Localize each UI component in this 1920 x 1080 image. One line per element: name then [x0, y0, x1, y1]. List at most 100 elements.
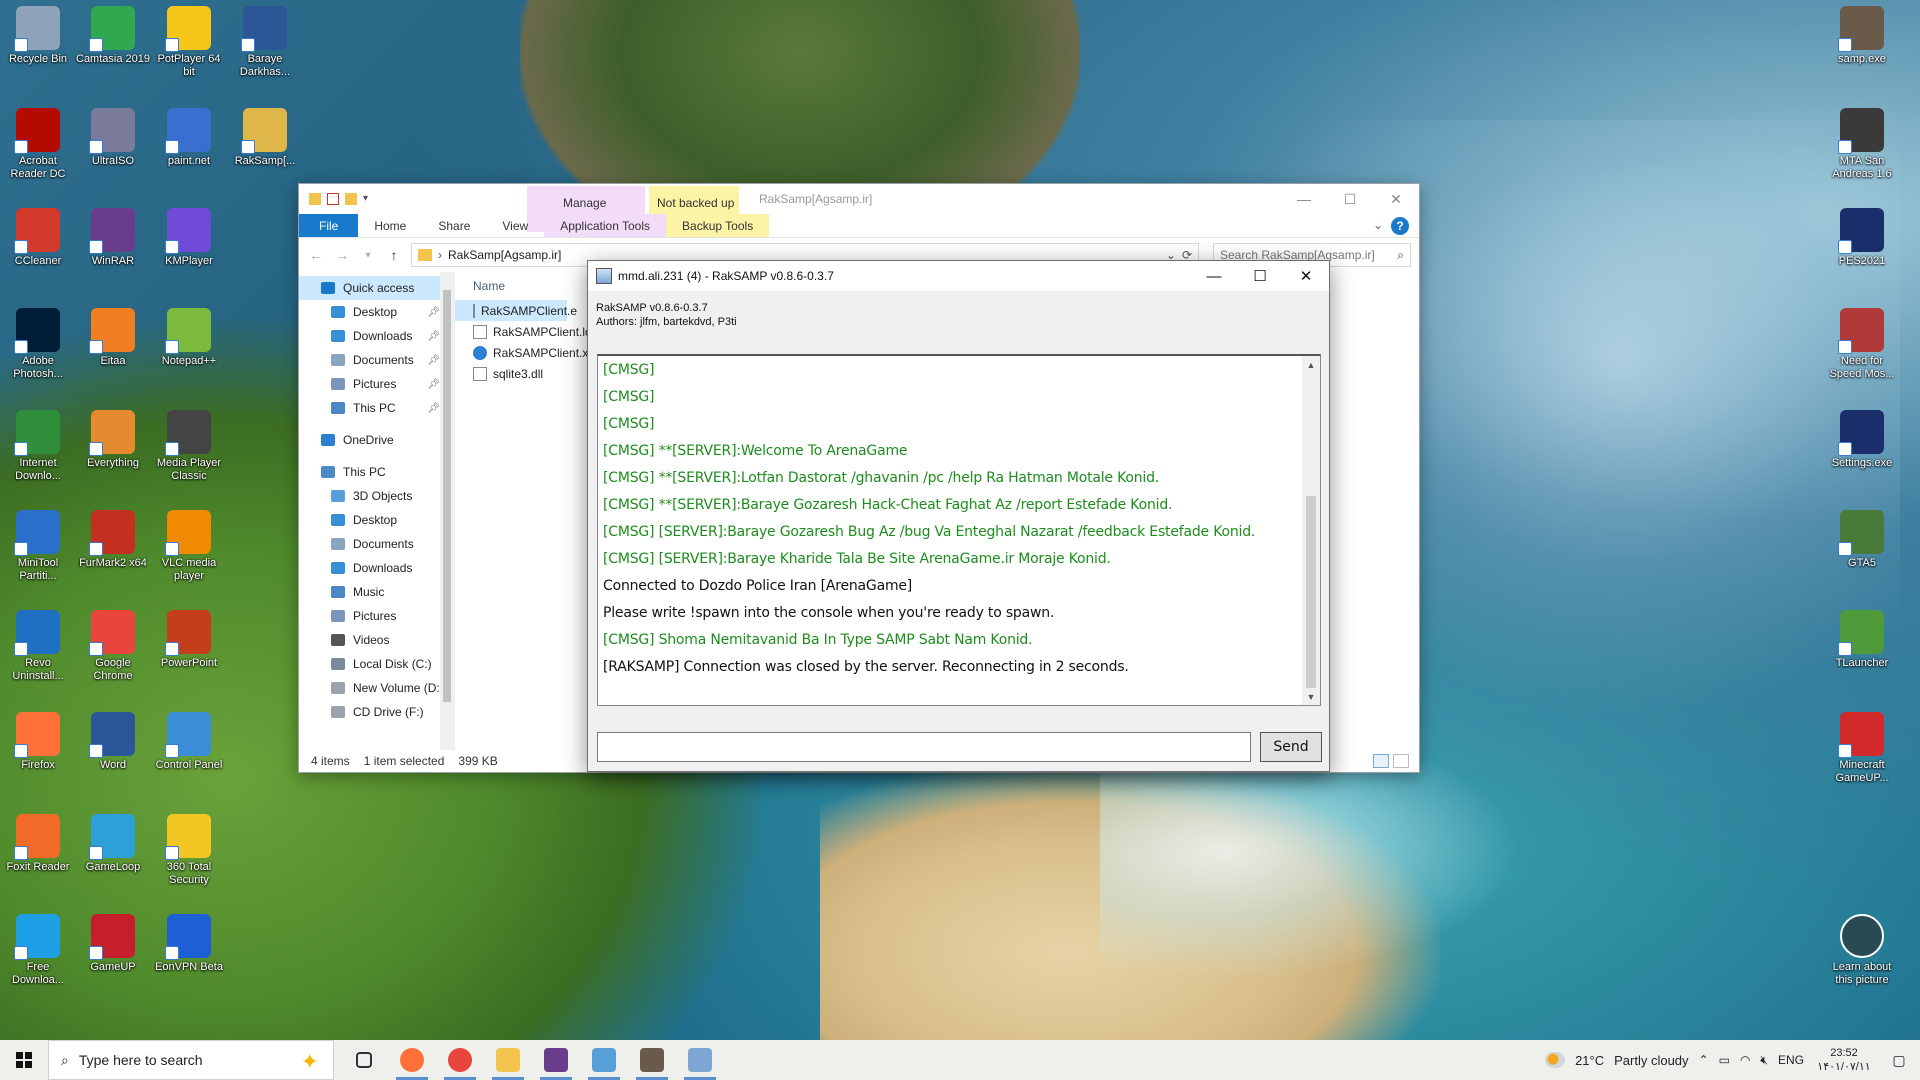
console-scrollbar[interactable]: ▲ ▼: [1302, 356, 1320, 705]
taskbar-app-task-view[interactable]: [340, 1040, 388, 1080]
desktop-icon-minitool-partiti[interactable]: MiniTool Partiti...: [0, 506, 76, 583]
back-arrow-icon[interactable]: ←: [307, 247, 325, 263]
desktop-icon-acrobat-reader-dc[interactable]: Acrobat Reader DC: [0, 104, 76, 181]
ribbon-expand-icon[interactable]: ⌄: [1373, 218, 1383, 232]
desktop-icon-foxit-reader[interactable]: Foxit Reader: [0, 810, 76, 874]
raksamp-titlebar[interactable]: mmd.ali.231 (4) - RakSAMP v0.8.6-0.3.7 —…: [588, 261, 1329, 291]
nav-item-quick-access[interactable]: Quick access: [299, 276, 454, 300]
desktop-icon-google-chrome[interactable]: Google Chrome: [75, 606, 151, 683]
taskbar-app-raksamp[interactable]: [676, 1040, 724, 1080]
minimize-button[interactable]: —: [1191, 261, 1237, 291]
tab-view[interactable]: View: [486, 214, 544, 237]
folder-icon[interactable]: [309, 193, 321, 205]
file-row[interactable]: RakSAMPClient.e: [455, 300, 577, 321]
desktop-icon-recycle-bin[interactable]: Recycle Bin: [0, 2, 76, 66]
command-input-field[interactable]: [598, 733, 1250, 761]
tab-application-tools[interactable]: Application Tools: [544, 214, 667, 237]
desktop-icon-firefox[interactable]: Firefox: [0, 708, 76, 772]
nav-item-this-pc[interactable]: This PC: [299, 460, 454, 484]
tab-file[interactable]: File: [299, 214, 359, 237]
close-button[interactable]: ✕: [1373, 184, 1419, 214]
desktop-icon-baraye-darkhas[interactable]: Baraye Darkhas...: [227, 2, 303, 79]
nav-item-onedrive[interactable]: OneDrive: [299, 428, 454, 452]
desktop-icon-media-player-classic[interactable]: Media Player Classic: [151, 406, 227, 483]
language-indicator[interactable]: ENG: [1778, 1053, 1804, 1067]
desktop-icon-adobe-photosh[interactable]: Adobe Photosh...: [0, 304, 76, 381]
minimize-button[interactable]: —: [1281, 184, 1327, 214]
desktop-icon-raksamp[interactable]: RakSamp[...: [227, 104, 303, 168]
weather-icon[interactable]: [1545, 1052, 1566, 1068]
details-view-icon[interactable]: [1373, 754, 1389, 768]
weather-temp[interactable]: 21°C: [1575, 1053, 1604, 1068]
nav-item-videos[interactable]: Videos: [299, 628, 454, 652]
large-icons-view-icon[interactable]: [1393, 754, 1409, 768]
scroll-down-icon[interactable]: ▼: [1302, 688, 1320, 705]
desktop-icon-360-total-security[interactable]: 360 Total Security: [151, 810, 227, 887]
nav-item-pictures[interactable]: Pictures: [299, 604, 454, 628]
command-input[interactable]: [597, 732, 1251, 762]
scroll-up-icon[interactable]: ▲: [1302, 356, 1320, 373]
desktop-icon-word[interactable]: Word: [75, 708, 151, 772]
weather-text[interactable]: Partly cloudy: [1614, 1053, 1688, 1068]
clock[interactable]: 23:52 ۱۴۰۱/۰۷/۱۱: [1814, 1046, 1874, 1074]
tab-home[interactable]: Home: [358, 214, 422, 237]
desktop-icon-learn-about-this-picture[interactable]: Learn about this picture: [1824, 910, 1900, 987]
desktop-icon-tlauncher[interactable]: TLauncher: [1824, 606, 1900, 670]
nav-item-new-volume-d[interactable]: New Volume (D:: [299, 676, 454, 700]
navigation-pane[interactable]: Quick access Desktop 📌︎ Downloads 📌︎ Document…: [299, 272, 455, 750]
console-output[interactable]: [CMSG] [CMSG] [CMSG] [CMSG] **[SERVER]:Welc…: [597, 354, 1321, 706]
taskbar-app-chrome[interactable]: [436, 1040, 484, 1080]
show-hidden-icons-icon[interactable]: ⌃: [1699, 1053, 1709, 1067]
desktop-icon-need-for-speed-mos[interactable]: Need for Speed Mos...: [1824, 304, 1900, 381]
nav-item-this-pc[interactable]: This PC 📌︎: [299, 396, 454, 420]
explorer-titlebar[interactable]: ▾ Manage Not backed up RakSamp[Agsamp.ir…: [299, 184, 1419, 232]
taskbar-app-firefox[interactable]: [388, 1040, 436, 1080]
qat-dropdown-icon[interactable]: ▾: [363, 193, 375, 205]
desktop-icon-settings-exe[interactable]: Settings.exe: [1824, 406, 1900, 470]
desktop-icon-eitaa[interactable]: Eitaa: [75, 304, 151, 368]
scrollbar-thumb[interactable]: [1306, 496, 1316, 688]
desktop-icon-notepad[interactable]: Notepad++: [151, 304, 227, 368]
nav-item-documents[interactable]: Documents 📌︎: [299, 348, 454, 372]
up-arrow-icon[interactable]: ↑: [385, 247, 403, 263]
maximize-button[interactable]: ☐: [1237, 261, 1283, 291]
notifications-icon[interactable]: ▢: [1884, 1052, 1914, 1069]
desktop-icon-camtasia-2019[interactable]: Camtasia 2019: [75, 2, 151, 66]
desktop-icon-internet-downlo[interactable]: Internet Downlo...: [0, 406, 76, 483]
nav-item-cd-drive-f[interactable]: CD Drive (F:): [299, 700, 454, 724]
nav-item-3d-objects[interactable]: 3D Objects: [299, 484, 454, 508]
desktop-icon-gameloop[interactable]: GameLoop: [75, 810, 151, 874]
raksamp-window[interactable]: mmd.ali.231 (4) - RakSAMP v0.8.6-0.3.7 —…: [587, 260, 1330, 772]
desktop-icon-winrar[interactable]: WinRAR: [75, 204, 151, 268]
maximize-button[interactable]: ☐: [1327, 184, 1373, 214]
nav-item-documents[interactable]: Documents: [299, 532, 454, 556]
nav-item-downloads[interactable]: Downloads: [299, 556, 454, 580]
taskbar-app-file-explorer[interactable]: [484, 1040, 532, 1080]
nav-item-desktop[interactable]: Desktop: [299, 508, 454, 532]
help-icon[interactable]: ?: [1391, 217, 1409, 235]
desktop-icon-kmplayer[interactable]: KMPlayer: [151, 204, 227, 268]
taskbar-app-notepad[interactable]: [580, 1040, 628, 1080]
volume-muted-icon[interactable]: 🔇︎: [1760, 1053, 1768, 1068]
nav-scrollbar[interactable]: [440, 272, 454, 750]
desktop-icon-powerpoint[interactable]: PowerPoint: [151, 606, 227, 670]
desktop-icon-furmark2-x64[interactable]: FurMark2 x64: [75, 506, 151, 570]
nav-item-downloads[interactable]: Downloads 📌︎: [299, 324, 454, 348]
desktop-icon-gameup[interactable]: GameUP: [75, 910, 151, 974]
desktop-icon-paint-net[interactable]: paint.net: [151, 104, 227, 168]
taskbar-app-samp[interactable]: [628, 1040, 676, 1080]
desktop-icon-free-downloa[interactable]: Free Downloa...: [0, 910, 76, 987]
forward-arrow-icon[interactable]: →: [333, 247, 351, 263]
battery-icon[interactable]: ▭: [1719, 1053, 1730, 1067]
desktop-icon-potplayer-64-bit[interactable]: PotPlayer 64 bit: [151, 2, 227, 79]
tab-share[interactable]: Share: [422, 214, 486, 237]
desktop-icon-everything[interactable]: Everything: [75, 406, 151, 470]
desktop-icon-gta5[interactable]: GTA5: [1824, 506, 1900, 570]
start-button[interactable]: [0, 1040, 48, 1080]
network-icon[interactable]: ◠: [1740, 1053, 1750, 1067]
close-button[interactable]: ✕: [1283, 261, 1329, 291]
new-folder-icon[interactable]: [345, 193, 357, 205]
tab-backup-tools[interactable]: Backup Tools: [666, 214, 770, 237]
nav-item-desktop[interactable]: Desktop 📌︎: [299, 300, 454, 324]
desktop-icon-pes2021[interactable]: PES2021: [1824, 204, 1900, 268]
